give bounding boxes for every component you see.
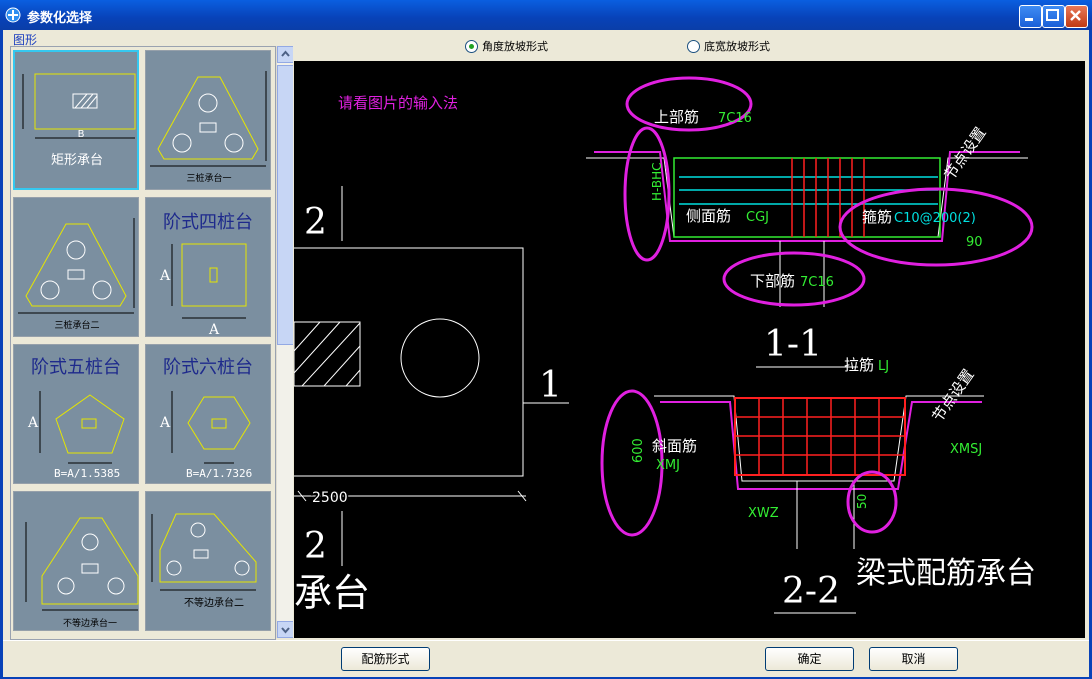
three-pile-1-label: 三桩承台一 bbox=[186, 172, 231, 184]
four-pile-step-label: 阶式四桩台 bbox=[163, 212, 253, 233]
six-pile-dim-a: A bbox=[159, 415, 171, 431]
cap-title-partial: 承台 bbox=[294, 571, 370, 615]
node-setting-1: 节点设置 bbox=[941, 124, 990, 183]
thumb-three-pile-1[interactable]: 三桩承台一 bbox=[145, 50, 271, 190]
button-bar: 配筋形式 确定 取消 bbox=[3, 640, 1089, 677]
unequal-2-label: 不等边承台二 bbox=[184, 596, 244, 609]
dim-600: 600 bbox=[631, 438, 646, 463]
section-2-2-title: 2-2 bbox=[782, 571, 840, 612]
slope-rebar-value: XMJ bbox=[656, 458, 680, 473]
three-pile-2-label: 三桩承台二 bbox=[54, 319, 99, 331]
thumbnail-scrollbar[interactable] bbox=[276, 46, 294, 638]
lower-rebar-value: 7C16 bbox=[800, 275, 834, 290]
thumb-rect-cap[interactable]: B 矩形承台 bbox=[13, 50, 139, 190]
tie-rebar-label: 拉筋 bbox=[844, 356, 874, 374]
radio-angle-slope-dot[interactable] bbox=[465, 39, 478, 53]
unequal-2-drawing: 不等边承台二 bbox=[151, 513, 257, 609]
chevron-down-icon bbox=[281, 627, 290, 634]
radio-width-slope-dot[interactable] bbox=[687, 39, 700, 53]
six-pile-step-label: 阶式六桩台 bbox=[163, 357, 253, 378]
minimize-button[interactable] bbox=[1019, 5, 1042, 28]
dim-50: 50 bbox=[855, 494, 869, 509]
stirrup-value: C10@200(2) bbox=[894, 211, 976, 226]
thumb-unequal-2[interactable]: 不等边承台二 bbox=[145, 491, 271, 631]
height-label: H-BHC bbox=[650, 162, 664, 201]
thumb-three-pile-2[interactable]: 三桩承台二 bbox=[13, 197, 139, 337]
shape-panel: 图形 B 矩形承台 三桩承台一 三桩承台二 阶式四桩台 A A 阶式五桩台 A … bbox=[3, 30, 294, 640]
rebar-form-button[interactable]: 配筋形式 bbox=[341, 647, 430, 671]
ok-button[interactable]: 确定 bbox=[765, 647, 854, 671]
five-pile-dim-a: A bbox=[27, 415, 39, 431]
unequal-1-drawing: 不等边承台一 bbox=[25, 517, 139, 629]
tie-rebar-value: LJ bbox=[878, 359, 889, 374]
lower-rebar-label: 下部筋 bbox=[750, 272, 795, 290]
rect-cap-drawing: B 矩形承台 bbox=[22, 73, 136, 168]
upper-rebar-label: 上部筋 bbox=[654, 108, 699, 126]
close-icon bbox=[1070, 10, 1081, 21]
beam-cap-drawing: 请看图片的输入法 2 1 2500 2 承台 上部筋 7C16 H-BHC 侧面… bbox=[294, 76, 1036, 615]
scroll-down-button[interactable] bbox=[277, 621, 294, 638]
section-2-bottom: 2 bbox=[304, 526, 327, 567]
unequal-1-label: 不等边承台一 bbox=[63, 617, 117, 629]
side-rebar-label: 侧面筋 bbox=[686, 207, 731, 225]
radio-angle-slope-label: 角度放坡形式 bbox=[482, 40, 548, 53]
cancel-button[interactable]: 取消 bbox=[869, 647, 958, 671]
radio-width-slope-label: 底宽放坡形式 bbox=[704, 40, 770, 53]
four-pile-dim-a: A bbox=[159, 268, 171, 284]
input-hint: 请看图片的输入法 bbox=[338, 94, 458, 112]
app-icon bbox=[5, 7, 21, 23]
close-button[interactable] bbox=[1065, 5, 1088, 28]
window-title: 参数化选择 bbox=[27, 11, 93, 26]
rect-cap-label: 矩形承台 bbox=[51, 153, 103, 168]
section-2-top: 2 bbox=[304, 202, 327, 243]
side-rebar-value: CGJ bbox=[746, 210, 769, 225]
preview-panel: 角度放坡形式 底宽放坡形式 请看图片的输入法 2 1 2500 2 承台 上部筋… bbox=[293, 30, 1089, 640]
scroll-thumb[interactable] bbox=[277, 65, 294, 345]
five-pile-formula: B=A/1.5385 bbox=[54, 467, 120, 480]
radio-angle-slope[interactable]: 角度放坡形式 bbox=[465, 39, 548, 53]
stirrup-label: 箍筋 bbox=[862, 208, 892, 226]
rect-cap-dim: B bbox=[78, 129, 85, 140]
three-pile-1-drawing: 三桩承台一 bbox=[150, 71, 267, 184]
four-pile-dim-b: A bbox=[208, 322, 220, 338]
slope-rebar-label: 斜面筋 bbox=[652, 437, 697, 455]
shape-thumbnail-list[interactable]: B 矩形承台 三桩承台一 三桩承台二 阶式四桩台 A A 阶式五桩台 A B=A… bbox=[10, 46, 276, 640]
chevron-up-icon bbox=[281, 50, 290, 57]
xmsj-label: XMSJ bbox=[950, 442, 982, 457]
beam-cap-title: 梁式配筋承台 bbox=[856, 556, 1036, 591]
five-pile-step-drawing: 阶式五桩台 A B=A/1.5385 bbox=[27, 357, 125, 480]
thumb-six-pile-step[interactable]: 阶式六桩台 A B=A/1.7326 bbox=[145, 344, 271, 484]
upper-rebar-value: 7C16 bbox=[718, 111, 752, 126]
radio-width-slope[interactable]: 底宽放坡形式 bbox=[687, 39, 770, 53]
scroll-up-button[interactable] bbox=[277, 46, 294, 63]
xwz-label: XWZ bbox=[748, 506, 779, 521]
maximize-icon bbox=[1046, 9, 1059, 21]
angle-90: 90 bbox=[966, 235, 983, 250]
minimize-icon bbox=[1025, 18, 1033, 21]
section-1-mark: 1 bbox=[539, 365, 562, 406]
six-pile-formula: B=A/1.7326 bbox=[186, 467, 252, 480]
thumb-five-pile-step[interactable]: 阶式五桩台 A B=A/1.5385 bbox=[13, 344, 139, 484]
six-pile-step-drawing: 阶式六桩台 A B=A/1.7326 bbox=[159, 357, 253, 480]
four-pile-step-drawing: 阶式四桩台 A A bbox=[159, 212, 253, 338]
section-1-1-title: 1-1 bbox=[764, 324, 822, 365]
five-pile-step-label: 阶式五桩台 bbox=[31, 357, 121, 378]
thumb-four-pile-step[interactable]: 阶式四桩台 A A bbox=[145, 197, 271, 338]
cad-preview-canvas: 请看图片的输入法 2 1 2500 2 承台 上部筋 7C16 H-BHC 侧面… bbox=[294, 61, 1085, 638]
title-bar: 参数化选择 bbox=[0, 0, 1092, 30]
three-pile-2-drawing: 三桩承台二 bbox=[18, 218, 135, 331]
maximize-button[interactable] bbox=[1042, 5, 1065, 28]
thumb-unequal-1[interactable]: 不等边承台一 bbox=[13, 491, 139, 631]
dim-2500: 2500 bbox=[312, 490, 348, 506]
